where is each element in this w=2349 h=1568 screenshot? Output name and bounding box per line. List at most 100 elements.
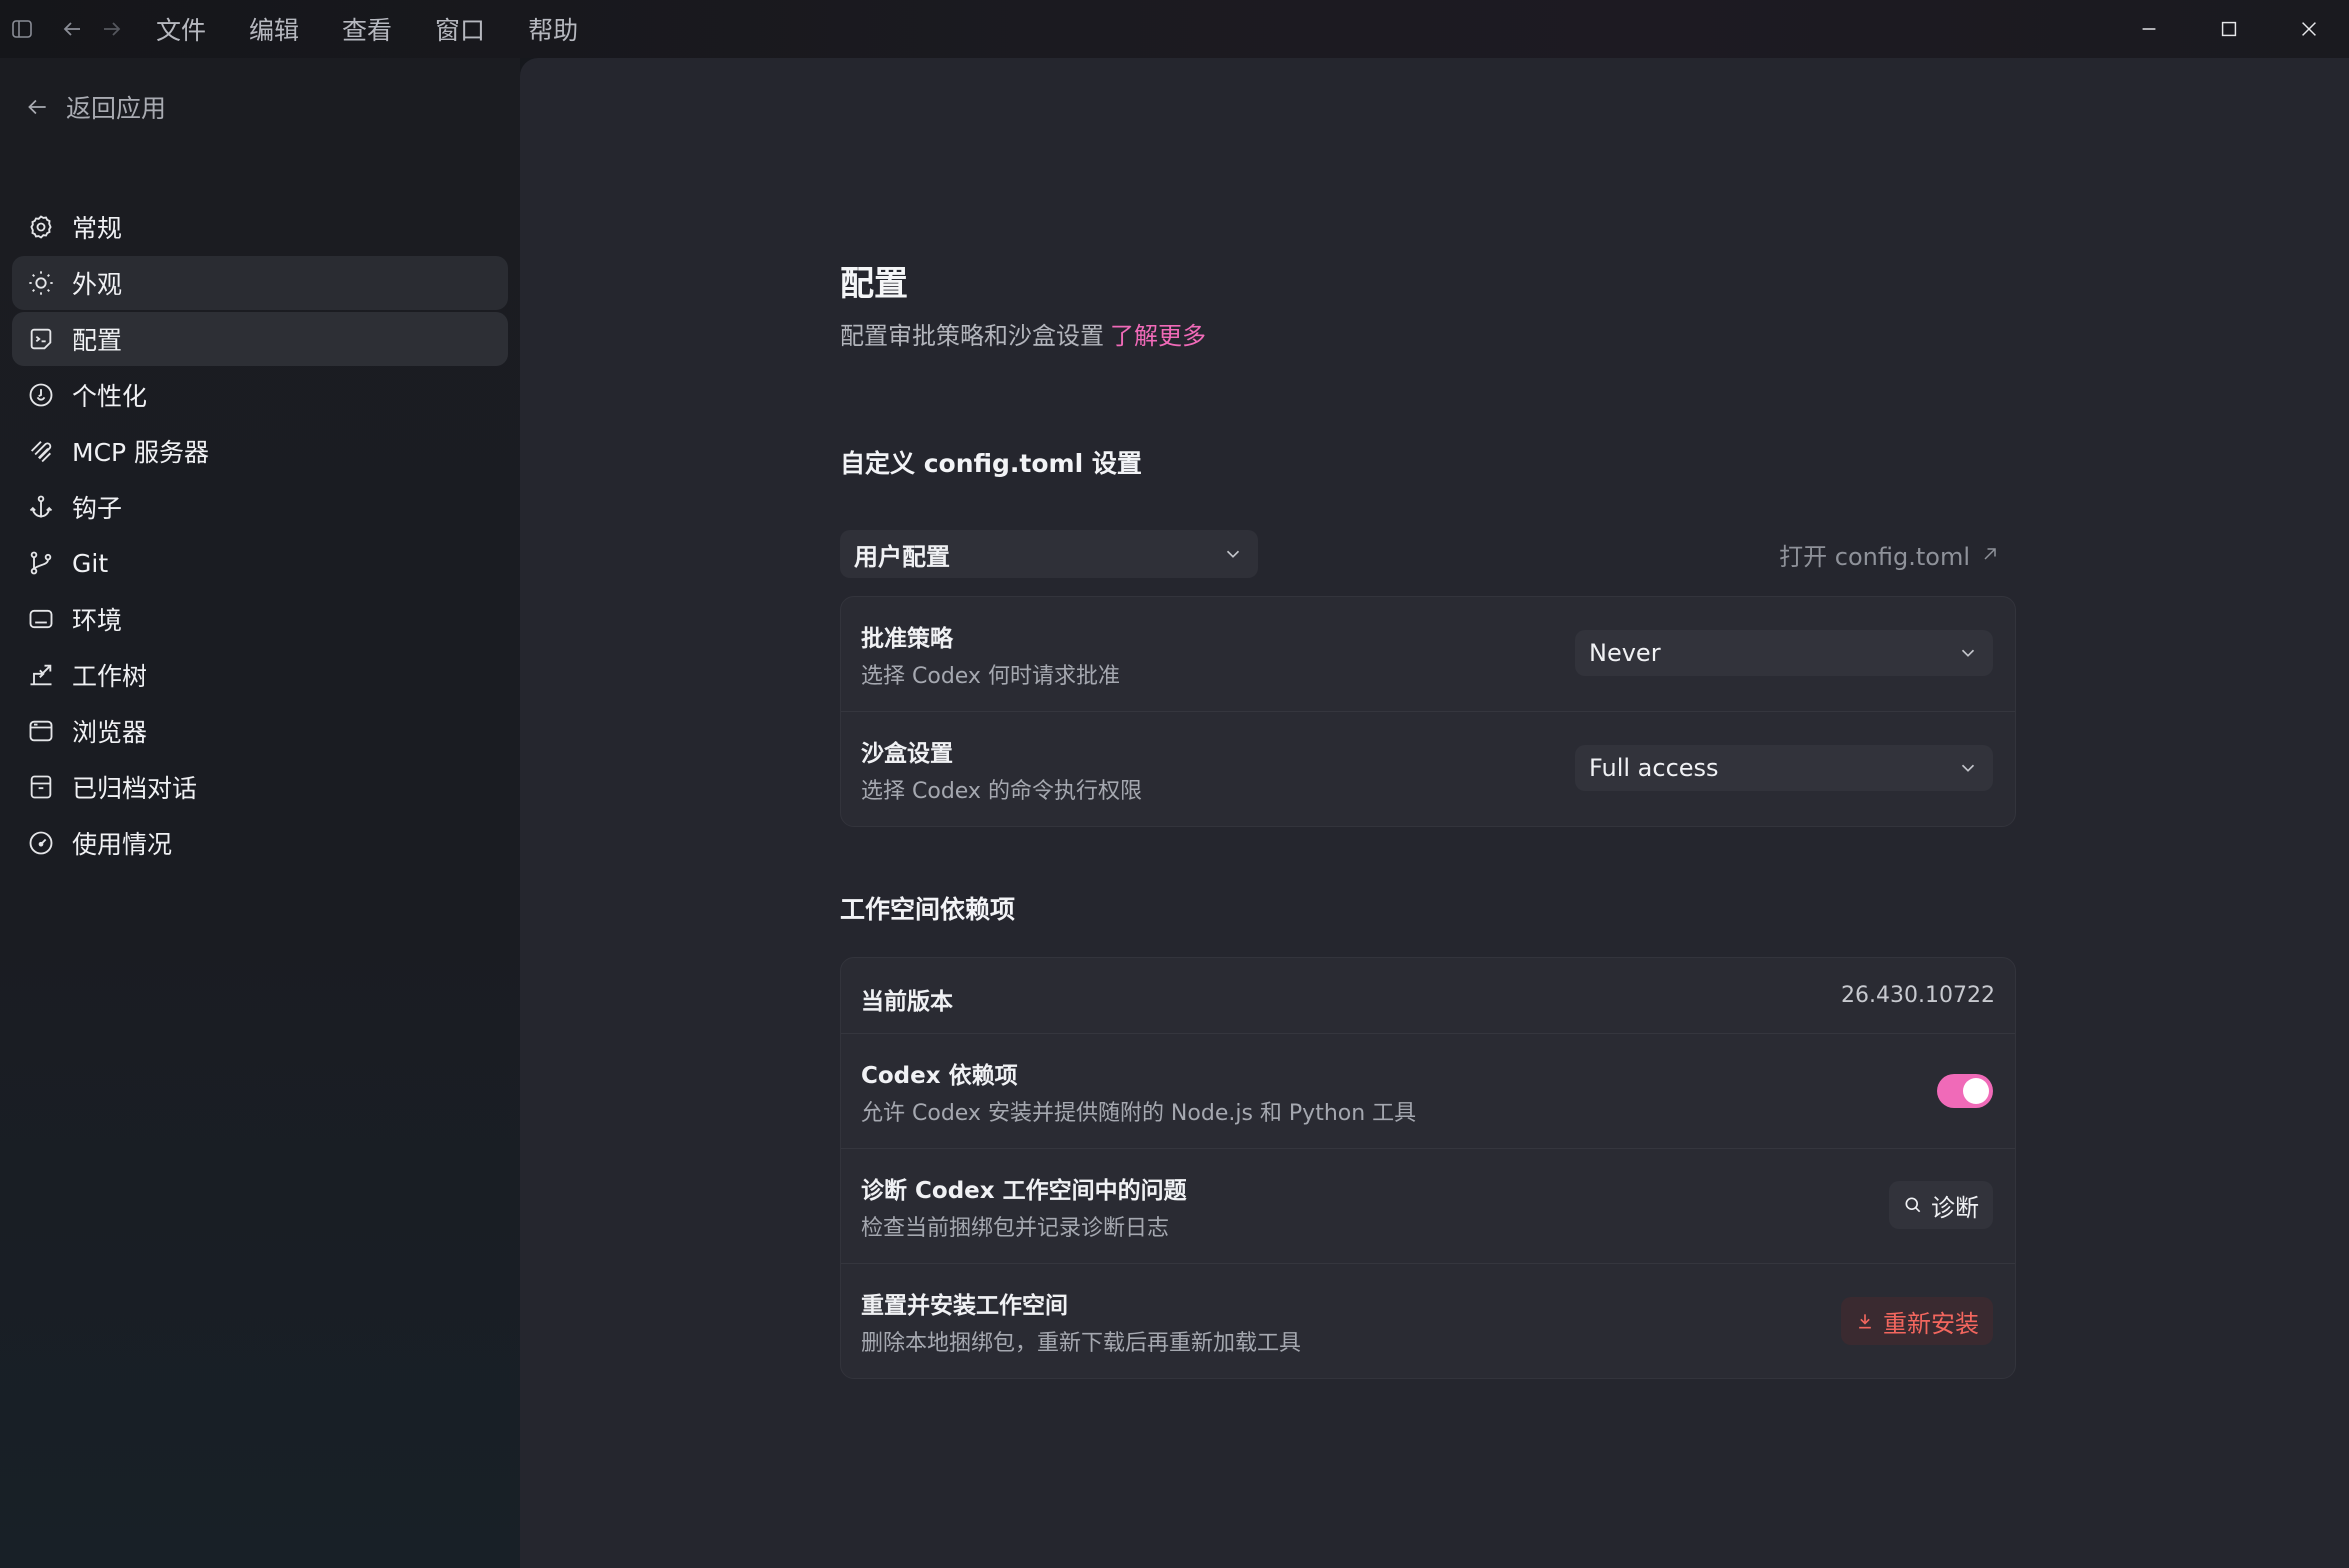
minimize-icon[interactable] xyxy=(2109,0,2189,58)
approval-policy-row: 批准策略 选择 Codex 何时请求批准 Never xyxy=(841,597,2015,712)
sidebar-item-general[interactable]: 常规 xyxy=(12,200,508,254)
sandbox-value: Full access xyxy=(1589,754,1719,782)
worktree-icon xyxy=(26,660,56,690)
row-description: 删除本地捆绑包，重新下载后再重新加载工具 xyxy=(861,1331,1302,1356)
sandbox-select[interactable]: Full access xyxy=(1575,745,1993,791)
chevron-down-icon xyxy=(1961,764,1975,772)
sidebar-item-label: Git xyxy=(72,548,109,578)
sidebar-item-worktree[interactable]: 工作树 xyxy=(12,648,508,702)
menu-view[interactable]: 查看 xyxy=(342,11,392,47)
close-icon[interactable] xyxy=(2269,0,2349,58)
config-section-title: 自定义 config.toml 设置 xyxy=(840,449,1142,478)
environment-icon xyxy=(26,604,56,634)
gear-icon xyxy=(26,212,56,242)
codex-deps-toggle[interactable] xyxy=(1937,1074,1993,1108)
open-config-link[interactable]: 打开 config.toml xyxy=(1779,530,2000,578)
row-description: 检查当前捆绑包并记录诊断日志 xyxy=(861,1216,1170,1241)
mcp-icon xyxy=(26,436,56,466)
toggle-knob xyxy=(1963,1078,1989,1104)
arrow-left-icon xyxy=(28,99,46,115)
config-card: 批准策略 选择 Codex 何时请求批准 Never 沙盒设置 选择 Codex… xyxy=(840,596,2016,827)
sidebar-item-personalization[interactable]: 个性化 xyxy=(12,368,508,422)
config-icon xyxy=(26,324,56,354)
diagnose-row: 诊断 Codex 工作空间中的问题 检查当前捆绑包并记录诊断日志 诊断 xyxy=(841,1149,2015,1264)
open-config-label: 打开 config.toml xyxy=(1779,542,1970,571)
menu-bar: 文件 编辑 查看 窗口 帮助 xyxy=(156,11,621,47)
page-subtitle: 配置审批策略和沙盒设置 了解更多 xyxy=(840,316,1206,351)
page-title: 配置 xyxy=(840,264,908,304)
workspace-card: 当前版本 26.430.10722 Codex 依赖项 允许 Codex 安装并… xyxy=(840,957,2016,1379)
menu-edit[interactable]: 编辑 xyxy=(249,11,299,47)
menu-window[interactable]: 窗口 xyxy=(435,11,485,47)
sidebar-item-label: 外观 xyxy=(72,270,123,299)
config-scope-select[interactable]: 用户配置 xyxy=(840,530,1258,578)
browser-icon xyxy=(26,716,56,746)
back-label: 返回应用 xyxy=(66,94,167,123)
row-title: 诊断 Codex 工作空间中的问题 xyxy=(861,1178,1187,1204)
maximize-icon[interactable] xyxy=(2189,0,2269,58)
sidebar-item-label: 浏览器 xyxy=(72,718,148,747)
reinstall-button[interactable]: 重新安装 xyxy=(1841,1297,1993,1345)
chevron-down-icon xyxy=(1226,550,1240,558)
sidebar-item-environment[interactable]: 环境 xyxy=(12,592,508,646)
sidebar-item-archived[interactable]: 已归档对话 xyxy=(12,760,508,814)
window-controls xyxy=(2109,0,2349,58)
sidebar-item-label: 配置 xyxy=(72,326,123,355)
sidebar-item-browser[interactable]: 浏览器 xyxy=(12,704,508,758)
sidebar-item-label: 使用情况 xyxy=(72,830,173,859)
chevron-down-icon xyxy=(1961,649,1975,657)
main-panel: 配置 配置审批策略和沙盒设置 了解更多 自定义 config.toml 设置 用户… xyxy=(520,58,2349,1568)
search-icon xyxy=(1905,1197,1921,1213)
archive-icon xyxy=(26,772,56,802)
approval-policy-value: Never xyxy=(1589,639,1661,667)
reinstall-label: 重新安装 xyxy=(1883,1309,1979,1338)
nav-back-icon[interactable] xyxy=(58,15,86,43)
diagnose-button[interactable]: 诊断 xyxy=(1889,1181,1993,1229)
menu-help[interactable]: 帮助 xyxy=(528,11,578,47)
settings-nav: 常规 外观 配置 个性化 MCP 服务器 钩子 Git 环境 工作树 浏览器 已… xyxy=(12,200,508,872)
row-title: 批准策略 xyxy=(861,626,953,652)
sun-icon xyxy=(26,268,56,298)
sidebar-item-label: 个性化 xyxy=(72,382,148,411)
sidebar-item-mcp[interactable]: MCP 服务器 xyxy=(12,424,508,478)
learn-more-link[interactable]: 了解更多 xyxy=(1110,322,1206,350)
workspace-section-title: 工作空间依赖项 xyxy=(840,895,1016,924)
sidebar-item-label: 常规 xyxy=(72,214,123,243)
sandbox-row: 沙盒设置 选择 Codex 的命令执行权限 Full access xyxy=(841,712,2015,826)
version-row: 当前版本 26.430.10722 xyxy=(841,958,2015,1034)
sidebar-item-label: 钩子 xyxy=(72,494,123,523)
sidebar-item-config[interactable]: 配置 xyxy=(12,312,508,366)
row-description: 选择 Codex 的命令执行权限 xyxy=(861,779,1142,804)
row-title: 重置并安装工作空间 xyxy=(861,1293,1068,1319)
sidebar-item-label: 工作树 xyxy=(72,662,148,691)
subtitle-text: 配置审批策略和沙盒设置 xyxy=(840,322,1104,350)
approval-policy-select[interactable]: Never xyxy=(1575,630,1993,676)
git-branch-icon xyxy=(26,548,56,578)
menu-file[interactable]: 文件 xyxy=(156,11,206,47)
sidebar-item-label: 已归档对话 xyxy=(72,774,198,803)
sidebar-item-label: 环境 xyxy=(72,606,123,635)
sidebar-item-label: MCP 服务器 xyxy=(72,438,210,467)
reset-row: 重置并安装工作空间 删除本地捆绑包，重新下载后再重新加载工具 重新安装 xyxy=(841,1264,2015,1378)
sidebar-item-git[interactable]: Git xyxy=(12,536,508,590)
row-title: 沙盒设置 xyxy=(861,741,953,767)
codex-deps-row: Codex 依赖项 允许 Codex 安装并提供随附的 Node.js 和 Py… xyxy=(841,1034,2015,1149)
sidebar-item-hooks[interactable]: 钩子 xyxy=(12,480,508,534)
nav-forward-icon[interactable] xyxy=(98,15,126,43)
back-to-app-link[interactable]: 返回应用 xyxy=(24,84,166,130)
hook-icon xyxy=(26,492,56,522)
sidebar: 返回应用 常规 外观 配置 个性化 MCP 服务器 钩子 Git 环境 工作树 … xyxy=(0,58,520,1568)
row-description: 选择 Codex 何时请求批准 xyxy=(861,664,1120,689)
personalize-icon xyxy=(26,380,56,410)
sidebar-item-appearance[interactable]: 外观 xyxy=(12,256,508,310)
row-title: Codex 依赖项 xyxy=(861,1063,1018,1089)
sidebar-toggle-icon[interactable] xyxy=(8,15,36,43)
gauge-icon xyxy=(26,828,56,858)
row-description: 允许 Codex 安装并提供随附的 Node.js 和 Python 工具 xyxy=(861,1101,1417,1126)
version-value: 26.430.10722 xyxy=(1841,983,1995,1008)
scope-value: 用户配置 xyxy=(854,542,950,571)
version-label: 当前版本 xyxy=(861,989,953,1015)
external-link-icon xyxy=(1984,548,1996,560)
sidebar-item-usage[interactable]: 使用情况 xyxy=(12,816,508,870)
download-icon xyxy=(1859,1314,1871,1329)
